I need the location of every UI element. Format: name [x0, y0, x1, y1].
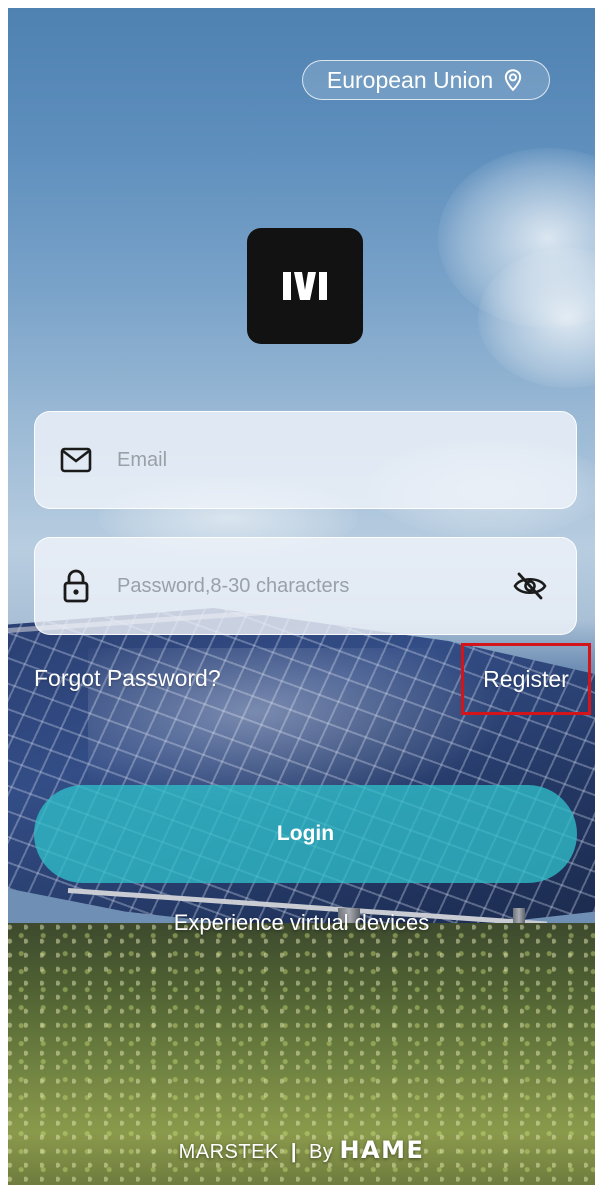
forgot-password-link[interactable]: Forgot Password? — [34, 665, 221, 692]
password-field[interactable] — [34, 537, 577, 635]
email-field[interactable] — [34, 411, 577, 509]
location-pin-icon — [504, 69, 522, 92]
eye-slash-icon[interactable] — [512, 568, 548, 604]
mail-icon — [59, 443, 93, 477]
register-link[interactable]: Register — [461, 643, 591, 715]
region-selector[interactable]: European Union — [302, 60, 550, 100]
marstek-logo-icon — [283, 272, 327, 300]
footer-company: HAME — [339, 1136, 425, 1164]
region-label: European Union — [326, 66, 494, 93]
login-button[interactable]: Login — [34, 785, 577, 883]
email-input[interactable] — [115, 447, 576, 473]
register-label: Register — [483, 665, 569, 692]
app-logo — [247, 228, 363, 344]
footer-by: By — [309, 1141, 334, 1163]
footer-separator: | — [290, 1141, 297, 1163]
footer-brand: MARSTEK | By HAME — [8, 1136, 595, 1164]
lock-icon — [59, 569, 93, 603]
footer-brand-name: MARSTEK — [178, 1141, 279, 1163]
login-screen: European Union Email Forgot Password? Re… — [8, 8, 595, 1185]
password-input[interactable] — [115, 573, 512, 599]
experience-virtual-devices-link[interactable]: Experience virtual devices — [8, 910, 595, 936]
